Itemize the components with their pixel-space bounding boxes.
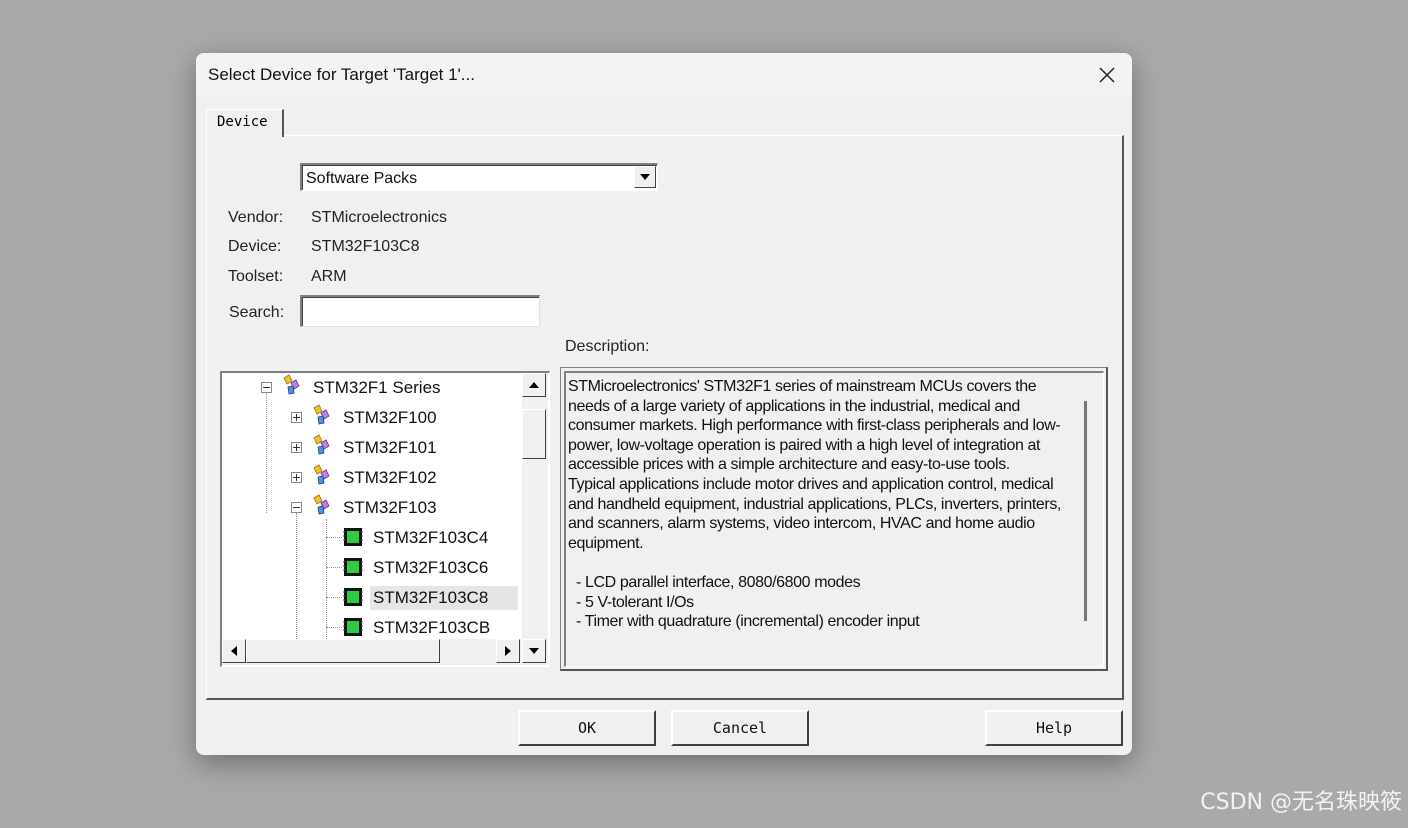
description-paragraph: Typical applications include motor drive…	[568, 475, 1061, 552]
tree-node-device[interactable]: STM32F103C6	[222, 553, 522, 581]
tree-label-group: STM32F101	[343, 438, 437, 457]
chip-icon	[343, 558, 363, 576]
device-family-icon	[313, 494, 330, 515]
tree-label-series: STM32F1 Series	[313, 378, 441, 397]
scroll-right-button[interactable]	[496, 639, 520, 663]
expand-icon	[293, 444, 300, 451]
device-tree[interactable]: STM32F1 Series STM32F100 STM32F101 STM32…	[220, 371, 550, 667]
tree-node-group[interactable]: STM32F100	[222, 403, 522, 431]
description-paragraph: STMicroelectronics' STM32F1 series of ma…	[568, 378, 1061, 474]
collapse-toggle[interactable]	[291, 502, 302, 513]
scroll-corner	[522, 639, 548, 665]
close-icon	[1099, 67, 1115, 83]
toolset-value: ARM	[311, 268, 347, 285]
tree-node-group[interactable]: STM32F102	[222, 463, 522, 491]
tree-label-device: STM32F103CB	[373, 618, 491, 637]
scroll-down-button[interactable]	[522, 639, 546, 663]
scroll-right-icon	[505, 646, 511, 656]
device-family-icon	[313, 404, 330, 425]
dropdown-button[interactable]	[634, 166, 656, 188]
tree-horizontal-scrollbar[interactable]	[222, 639, 522, 665]
expand-toggle[interactable]	[291, 472, 302, 483]
description-box[interactable]: STMicroelectronics' STM32F1 series of ma…	[564, 371, 1104, 667]
tab-device[interactable]: Device	[206, 109, 284, 137]
collapse-toggle[interactable]	[261, 382, 272, 393]
description-scroll-thumb[interactable]	[1084, 401, 1087, 621]
watermark: CSDN @无名珠映筱	[1200, 790, 1402, 815]
select-device-dialog: Select Device for Target 'Target 1'... D…	[196, 53, 1132, 755]
cancel-button[interactable]: Cancel	[671, 710, 809, 746]
scroll-up-icon	[529, 382, 539, 388]
device-label: Device:	[228, 238, 282, 255]
vertical-scroll-thumb[interactable]	[522, 409, 546, 459]
source-select[interactable]: Software Packs	[300, 163, 658, 191]
vendor-label: Vendor:	[228, 209, 284, 226]
description-label: Description:	[565, 338, 650, 355]
title-bar: Select Device for Target 'Target 1'...	[196, 53, 1132, 97]
ok-button[interactable]: OK	[518, 710, 656, 746]
collapse-icon	[293, 507, 300, 508]
expand-toggle[interactable]	[291, 442, 302, 453]
search-label: Search:	[229, 304, 285, 321]
tree-label-device: STM32F103C4	[373, 528, 489, 547]
description-text: STMicroelectronics' STM32F1 series of ma…	[568, 377, 1078, 632]
source-select-value: Software Packs	[306, 170, 418, 187]
expand-icon	[293, 474, 300, 481]
collapse-icon	[263, 387, 270, 388]
dropdown-arrow-icon	[640, 174, 650, 180]
tree-node-device[interactable]: STM32F103CB	[222, 613, 522, 641]
horizontal-scroll-thumb[interactable]	[246, 639, 440, 663]
scroll-up-button[interactable]	[522, 373, 546, 397]
tree-label-group: STM32F103	[343, 498, 437, 517]
feature-bullet: - 5 V-tolerant I/Os	[576, 593, 694, 611]
tree-node-device-selected[interactable]: STM32F103C8	[222, 583, 522, 611]
tree-label-device: STM32F103C6	[373, 558, 489, 577]
feature-bullet: - LCD parallel interface, 8080/6800 mode…	[576, 573, 861, 591]
tree-node-device[interactable]: STM32F103C4	[222, 523, 522, 551]
scroll-left-icon	[231, 646, 237, 656]
expand-icon	[293, 414, 300, 421]
expand-toggle[interactable]	[291, 412, 302, 423]
device-family-icon	[313, 434, 330, 455]
search-input[interactable]	[300, 295, 540, 327]
scroll-left-button[interactable]	[222, 639, 246, 663]
tree-node-group[interactable]: STM32F103	[222, 493, 522, 521]
tree-vertical-scrollbar[interactable]	[522, 373, 548, 641]
tree-label-group: STM32F102	[343, 468, 437, 487]
vendor-value: STMicroelectronics	[311, 209, 448, 226]
chip-icon	[343, 588, 363, 606]
chip-icon	[343, 618, 363, 636]
tree-label-device: STM32F103C8	[370, 586, 518, 610]
tree-label-group: STM32F100	[343, 408, 437, 427]
chip-icon	[343, 528, 363, 546]
toolset-label: Toolset:	[228, 268, 284, 285]
feature-bullet: - Timer with quadrature (incremental) en…	[576, 613, 920, 631]
help-button[interactable]: Help	[985, 710, 1123, 746]
device-family-icon	[283, 374, 300, 395]
device-family-icon	[313, 464, 330, 485]
close-button[interactable]	[1090, 59, 1124, 91]
scroll-down-icon	[529, 648, 539, 654]
tree-node-group[interactable]: STM32F101	[222, 433, 522, 461]
device-value: STM32F103C8	[311, 238, 420, 255]
tree-node-series[interactable]: STM32F1 Series	[222, 373, 522, 401]
dialog-title: Select Device for Target 'Target 1'...	[208, 65, 475, 84]
